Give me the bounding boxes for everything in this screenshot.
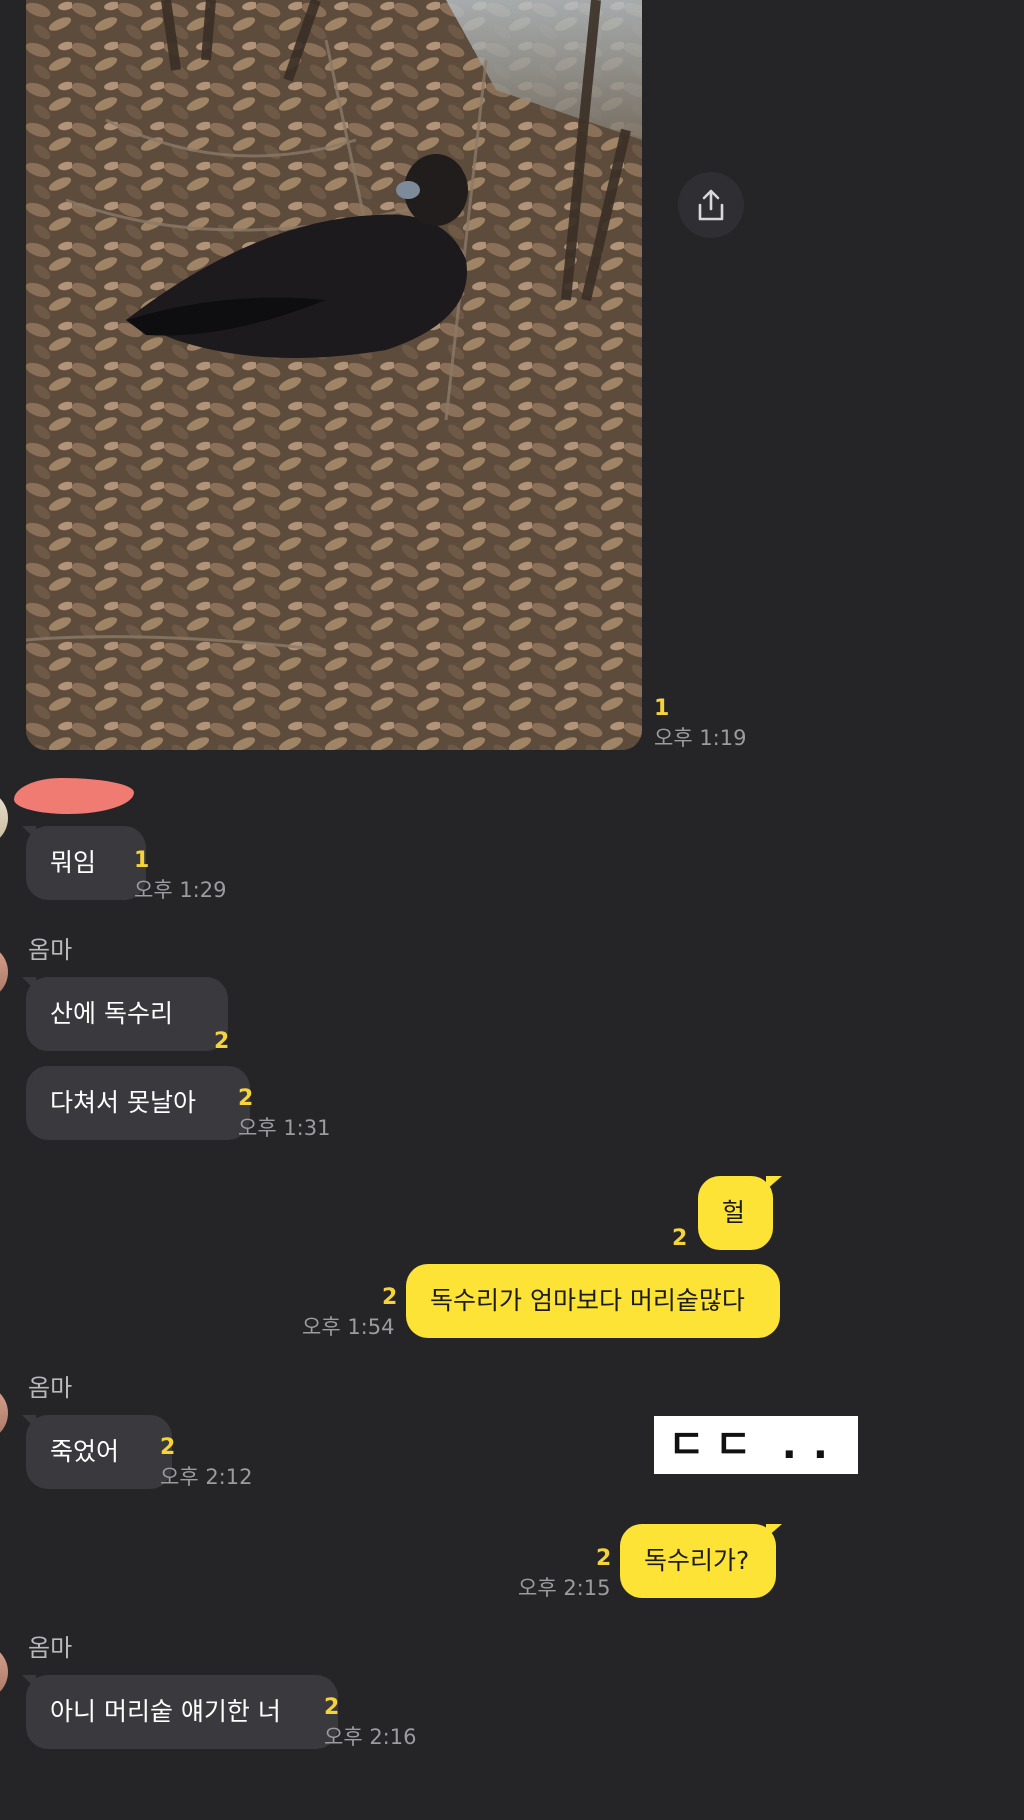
message-text: 아니 머리숱 얘기한 너 (50, 1697, 281, 1726)
bubble-tail (766, 1176, 782, 1190)
sticker-dots: .. (781, 1422, 844, 1468)
message-bubble[interactable]: 죽었어 (26, 1415, 172, 1489)
photo-message[interactable] (26, 0, 642, 750)
redacted-sender-name (14, 778, 134, 814)
timestamp: 오후 2:12 (160, 1465, 253, 1489)
message-bubble[interactable]: 산에 독수리 (26, 977, 228, 1051)
bubble-tail (766, 1524, 782, 1538)
message-bubble[interactable]: 아니 머리숱 얘기한 너 (26, 1675, 338, 1749)
timestamp: 오후 1:29 (134, 878, 227, 902)
avatar[interactable] (0, 790, 8, 846)
unread-count: 2 (160, 1435, 176, 1460)
unread-count: 1 (134, 848, 150, 873)
avatar[interactable] (0, 944, 8, 1000)
unread-count: 2 (324, 1695, 340, 1720)
avatar[interactable] (0, 1644, 8, 1700)
timestamp: 오후 1:54 (302, 1315, 395, 1339)
timestamp: 오후 1:31 (238, 1116, 331, 1140)
unread-count: 2 (672, 1226, 688, 1251)
unread-count: 2 (238, 1086, 254, 1111)
message-bubble[interactable]: 다쳐서 못날아 (26, 1066, 250, 1140)
message-text: 산에 독수리 (50, 999, 173, 1028)
avatar[interactable] (0, 1385, 8, 1441)
message-text: 뭐임 (50, 848, 97, 877)
message-bubble[interactable]: 뭐임 (26, 826, 146, 900)
unread-count: 2 (382, 1285, 398, 1310)
message-text: 헐 (722, 1198, 746, 1227)
message-text: 죽었어 (50, 1437, 120, 1466)
share-icon (698, 189, 724, 221)
message-bubble[interactable]: 헐 (698, 1176, 773, 1250)
sender-name: 옴마 (28, 1634, 73, 1662)
message-text: 독수리가? (644, 1546, 750, 1575)
unread-count: 2 (596, 1546, 612, 1571)
unread-count: 2 (214, 1029, 230, 1054)
message-bubble[interactable]: 독수리가 엄마보다 머리숱많다 (406, 1264, 780, 1338)
message-bubble[interactable]: 독수리가? (620, 1524, 776, 1598)
timestamp: 오후 2:15 (518, 1576, 611, 1600)
message-text: 다쳐서 못날아 (50, 1088, 196, 1117)
unread-count: 1 (654, 696, 670, 721)
share-button[interactable] (678, 172, 744, 238)
message-text: 독수리가 엄마보다 머리숱많다 (430, 1286, 745, 1315)
text-image-sticker[interactable]: ㄷㄷ .. (654, 1416, 858, 1474)
sender-name: 옴마 (28, 1374, 73, 1402)
sticker-text: ㄷㄷ (668, 1422, 762, 1468)
vulture-photo (26, 0, 642, 750)
timestamp: 오후 2:16 (324, 1725, 417, 1749)
sender-name: 옴마 (28, 936, 73, 964)
timestamp: 오후 1:19 (654, 726, 747, 750)
